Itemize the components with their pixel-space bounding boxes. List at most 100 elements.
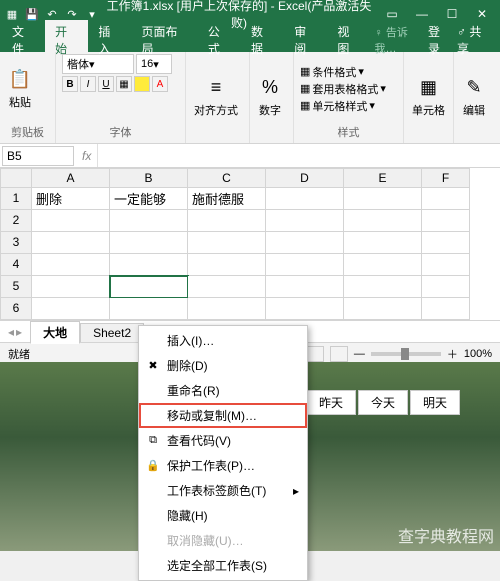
cell-F3[interactable] (422, 232, 470, 254)
alignment-button[interactable]: ≡ 对齐方式 (192, 74, 240, 120)
cell-B4[interactable] (110, 254, 188, 276)
overlay-tab-tomorrow[interactable]: 明天 (410, 390, 460, 415)
cell-C6[interactable] (188, 298, 266, 320)
cell-B5[interactable] (110, 276, 188, 298)
table-format-button[interactable]: ▦ 套用表格格式 ▾ (300, 81, 386, 97)
cell-E3[interactable] (344, 232, 422, 254)
menu-protect[interactable]: 🔒保护工作表(P)… (139, 453, 307, 478)
cell-C5[interactable] (188, 276, 266, 298)
col-header-A[interactable]: A (32, 168, 110, 188)
cell-A1[interactable]: 删除 (32, 188, 110, 210)
row-header-2[interactable]: 2 (0, 210, 32, 232)
sheet-context-menu: 插入(I)… ✖删除(D) 重命名(R) 移动或复制(M)… ⧉查看代码(V) … (138, 325, 308, 581)
cell-F5[interactable] (422, 276, 470, 298)
watermark: 查字典教程网 (398, 523, 494, 547)
sheet-nav-next-icon[interactable]: ▸ (16, 325, 22, 339)
sheet-tab-2[interactable]: Sheet2 (80, 323, 144, 342)
cell-D1[interactable] (266, 188, 344, 210)
col-header-E[interactable]: E (344, 168, 422, 188)
cell-B6[interactable] (110, 298, 188, 320)
zoom-out-button[interactable]: ― (354, 348, 365, 360)
cell-C2[interactable] (188, 210, 266, 232)
cell-B1[interactable]: 一定能够 (110, 188, 188, 210)
row-header-4[interactable]: 4 (0, 254, 32, 276)
cell-F4[interactable] (422, 254, 470, 276)
cell-D5[interactable] (266, 276, 344, 298)
cell-B3[interactable] (110, 232, 188, 254)
fx-icon[interactable]: fx (76, 149, 97, 163)
cell-F2[interactable] (422, 210, 470, 232)
border-button[interactable]: ▦ (116, 76, 132, 92)
cell-C3[interactable] (188, 232, 266, 254)
cell-A2[interactable] (32, 210, 110, 232)
editing-button[interactable]: ✎ 编辑 (460, 74, 488, 120)
paste-button[interactable]: 📋 粘贴 (6, 66, 34, 112)
cell-E2[interactable] (344, 210, 422, 232)
menu-delete[interactable]: ✖删除(D) (139, 353, 307, 378)
col-header-C[interactable]: C (188, 168, 266, 188)
menu-rename[interactable]: 重命名(R) (139, 378, 307, 403)
italic-button[interactable]: I (80, 76, 96, 92)
select-all-corner[interactable] (0, 168, 32, 188)
underline-button[interactable]: U (98, 76, 114, 92)
cell-styles-button[interactable]: ▦ 单元格样式 ▾ (300, 98, 386, 114)
maximize-icon[interactable]: ☐ (438, 4, 466, 24)
cell-E4[interactable] (344, 254, 422, 276)
bold-button[interactable]: B (62, 76, 78, 92)
cell-A4[interactable] (32, 254, 110, 276)
menu-tab-color[interactable]: 工作表标签颜色(T)▸ (139, 478, 307, 503)
fill-color-button[interactable] (134, 76, 150, 92)
view-break-button[interactable] (330, 346, 348, 362)
menu-select-all[interactable]: 选定全部工作表(S) (139, 553, 307, 578)
row-header-6[interactable]: 6 (0, 298, 32, 320)
menu-move-copy[interactable]: 移动或复制(M)… (139, 403, 307, 428)
zoom-level[interactable]: 100% (464, 348, 492, 360)
cell-D3[interactable] (266, 232, 344, 254)
overlay-tab-yesterday[interactable]: 昨天 (306, 390, 356, 415)
row-header-1[interactable]: 1 (0, 188, 32, 210)
cell-A3[interactable] (32, 232, 110, 254)
cell-E6[interactable] (344, 298, 422, 320)
col-header-D[interactable]: D (266, 168, 344, 188)
conditional-format-button[interactable]: ▦ 条件格式 ▾ (300, 64, 386, 80)
row-header-5[interactable]: 5 (0, 276, 32, 298)
font-name-select[interactable]: 楷体 ▾ (62, 54, 134, 74)
name-box[interactable] (2, 146, 74, 166)
number-button[interactable]: % 数字 (256, 74, 284, 120)
zoom-in-button[interactable]: ＋ (447, 346, 458, 362)
zoom-slider[interactable] (371, 352, 441, 356)
cell-F1[interactable] (422, 188, 470, 210)
percent-icon: % (258, 76, 282, 100)
cell-A5[interactable] (32, 276, 110, 298)
menu-view-code[interactable]: ⧉查看代码(V) (139, 428, 307, 453)
align-icon: ≡ (204, 76, 228, 100)
cell-A6[interactable] (32, 298, 110, 320)
minimize-icon[interactable]: ― (408, 4, 436, 24)
row-header-3[interactable]: 3 (0, 232, 32, 254)
menu-insert[interactable]: 插入(I)… (139, 328, 307, 353)
menu-hide[interactable]: 隐藏(H) (139, 503, 307, 528)
cell-D4[interactable] (266, 254, 344, 276)
formula-bar[interactable] (97, 144, 500, 167)
cell-E5[interactable] (344, 276, 422, 298)
cell-C4[interactable] (188, 254, 266, 276)
cell-D6[interactable] (266, 298, 344, 320)
sheet-tab-1[interactable]: 大地 (30, 321, 80, 344)
col-header-B[interactable]: B (110, 168, 188, 188)
col-header-F[interactable]: F (422, 168, 470, 188)
font-size-select[interactable]: 16 ▾ (136, 54, 172, 74)
cell-B2[interactable] (110, 210, 188, 232)
cell-C1[interactable]: 施耐德服 (188, 188, 266, 210)
overlay-tab-today[interactable]: 今天 (358, 390, 408, 415)
sheet-nav-prev-icon[interactable]: ◂ (8, 325, 14, 339)
close-icon[interactable]: ✕ (468, 4, 496, 24)
cells-button[interactable]: ▦ 单元格 (410, 74, 447, 120)
menu-unhide: 取消隐藏(U)… (139, 528, 307, 553)
cell-E1[interactable] (344, 188, 422, 210)
view-layout-button[interactable] (306, 346, 324, 362)
cell-F6[interactable] (422, 298, 470, 320)
cell-D2[interactable] (266, 210, 344, 232)
group-clipboard: 剪贴板 (6, 123, 49, 141)
ribbon-options-icon[interactable]: ▭ (378, 4, 406, 24)
font-color-button[interactable]: A (152, 76, 168, 92)
